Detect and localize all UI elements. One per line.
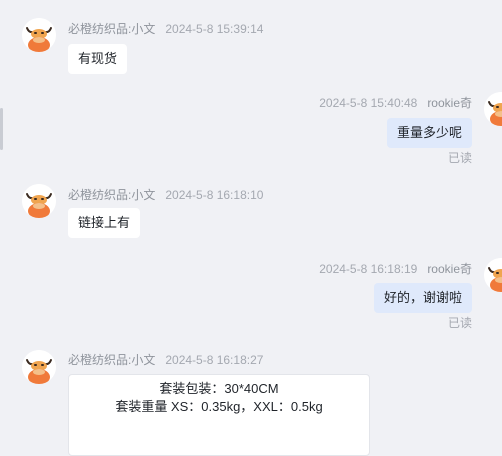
seller-avatar[interactable] — [22, 184, 56, 218]
sender-name: 必橙纺织品:小文 — [68, 188, 156, 202]
sender-name: 必橙纺织品:小文 — [68, 353, 156, 367]
message-bubble[interactable]: 重量多少呢 — [386, 118, 472, 148]
bull-avatar-icon — [484, 92, 502, 126]
message-meta: 必橙纺织品:小文 2024-5-8 15:39:14 — [68, 20, 263, 37]
message-time: 2024-5-8 16:18:27 — [165, 353, 264, 367]
message-time: 2024-5-8 15:39:14 — [165, 22, 264, 36]
message-meta: 2024-5-8 16:18:19 rookie奇 — [319, 260, 472, 277]
message-time: 2024-5-8 15:40:48 — [319, 96, 418, 110]
message-meta: 必橙纺织品:小文 2024-5-8 16:18:10 — [68, 186, 263, 203]
buyer-avatar[interactable] — [484, 92, 502, 126]
buyer-avatar[interactable] — [484, 258, 502, 292]
message-time: 2024-5-8 16:18:19 — [319, 262, 418, 276]
bull-avatar-icon — [22, 184, 56, 218]
seller-avatar[interactable] — [22, 350, 56, 384]
message-bubble[interactable]: 链接上有 — [68, 208, 141, 238]
bull-avatar-icon — [22, 18, 56, 52]
scroll-indicator[interactable] — [0, 108, 3, 150]
bull-avatar-icon — [22, 350, 56, 384]
message-time: 2024-5-8 16:18:10 — [165, 188, 264, 202]
product-info-card[interactable]: 套装包装：30*40CM 套装重量 XS：0.35kg，XXL：0.5kg — [68, 374, 370, 456]
bull-avatar-icon — [484, 258, 502, 292]
card-line: 套装重量 XS：0.35kg，XXL：0.5kg — [115, 399, 323, 414]
sender-name: 必橙纺织品:小文 — [68, 22, 156, 36]
message-meta: 必橙纺织品:小文 2024-5-8 16:18:27 — [68, 351, 263, 368]
message-meta: 2024-5-8 15:40:48 rookie奇 — [319, 94, 472, 111]
read-status: 已读 — [447, 151, 472, 165]
message-bubble[interactable]: 有现货 — [68, 44, 128, 74]
seller-avatar[interactable] — [22, 18, 56, 52]
read-status: 已读 — [447, 316, 472, 330]
sender-name: rookie奇 — [427, 96, 472, 110]
message-bubble[interactable]: 好的，谢谢啦 — [373, 283, 472, 313]
card-line: 套装包装：30*40CM — [159, 381, 279, 396]
sender-name: rookie奇 — [427, 262, 472, 276]
